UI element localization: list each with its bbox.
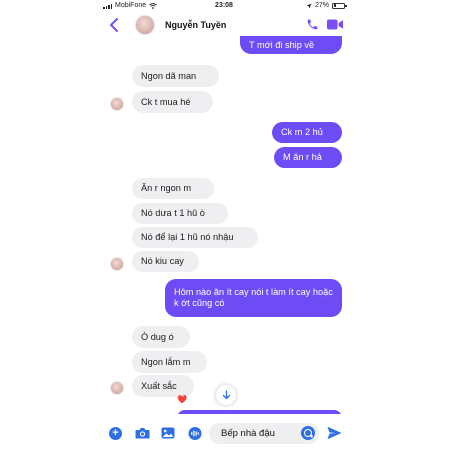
message-bubble-outgoing[interactable]: Ck m 2 hủ xyxy=(272,122,342,143)
call-icon[interactable] xyxy=(306,18,319,31)
message-text: Ngon dã man xyxy=(141,70,197,81)
message-text: Ò dug ó xyxy=(141,331,174,342)
message-text: Nó để lại 1 hũ nó nhậu xyxy=(141,232,234,242)
message-bubble-incoming[interactable]: Ck t mua hé xyxy=(132,91,213,113)
message-text: Xuất sắc xyxy=(141,380,177,391)
contact-name[interactable]: Nguyễn Tuyền xyxy=(165,20,226,30)
message-text: Nó kiu cay xyxy=(141,256,184,266)
plus-icon[interactable]: + xyxy=(109,427,122,440)
battery-percent: 27% xyxy=(314,2,329,9)
mic-icon[interactable] xyxy=(188,427,202,440)
status-right: 27% xyxy=(306,2,347,9)
message-text: Ngon lắm m xyxy=(141,356,191,367)
video-icon[interactable] xyxy=(327,19,343,30)
arrow-down-icon xyxy=(222,390,230,400)
heart-reaction-icon[interactable]: ❤️ xyxy=(177,396,187,404)
camera-icon[interactable] xyxy=(135,427,150,439)
message-input-wrapper xyxy=(209,423,319,444)
message-bubble-incoming[interactable]: Ò dug ó xyxy=(132,326,190,348)
message-text: Ck m 2 hủ xyxy=(281,127,323,137)
gallery-icon[interactable] xyxy=(161,427,175,439)
message-bubble-outgoing[interactable]: Hôm nào ăn ít cay nói t làm ít cay hoặc … xyxy=(165,279,342,317)
message-text: T mới đi ship về xyxy=(249,39,315,50)
message-bubble-incoming[interactable]: Ngon dã man xyxy=(132,65,219,87)
status-bar: MobiFone 23:08 27% xyxy=(95,0,353,12)
composer-bar: + xyxy=(95,414,353,450)
emoji-icon[interactable] xyxy=(301,426,315,440)
back-icon[interactable] xyxy=(107,16,121,34)
message-bubble-incoming[interactable]: Nó dưa t 1 hũ ò xyxy=(132,203,228,224)
message-bubble-incoming[interactable]: Ăn r ngon m xyxy=(132,178,214,199)
message-list[interactable]: T mới đi ship về Ngon dã man Ck t mua hé… xyxy=(95,36,353,418)
message-bubble-outgoing[interactable]: M ăn r hả xyxy=(274,147,342,168)
message-bubble-incoming[interactable]: Nó kiu cay xyxy=(132,251,199,272)
message-bubble-outgoing[interactable]: T mới đi ship về xyxy=(240,36,342,54)
message-text: Hôm nào ăn ít cay nói t làm ít cay hoặc … xyxy=(174,287,333,308)
message-bubble-incoming[interactable]: Ngon lắm m xyxy=(132,351,207,373)
message-bubble-incoming[interactable]: Xuất sắc xyxy=(132,375,194,397)
avatar[interactable] xyxy=(110,381,124,395)
battery-fill xyxy=(333,4,337,7)
message-text: M ăn r hả xyxy=(283,152,322,162)
location-icon xyxy=(306,3,312,8)
battery-icon xyxy=(332,2,347,9)
avatar[interactable] xyxy=(135,15,155,35)
message-bubble-incoming[interactable]: Nó để lại 1 hũ nó nhậu xyxy=(132,227,258,248)
message-text: Ăn r ngon m xyxy=(141,183,192,193)
avatar[interactable] xyxy=(110,257,124,271)
avatar[interactable] xyxy=(110,97,124,111)
send-icon[interactable] xyxy=(327,426,342,440)
message-text: Nó dưa t 1 hũ ò xyxy=(141,208,205,218)
message-text: Ck t mua hé xyxy=(141,96,191,107)
scroll-down-button[interactable] xyxy=(216,385,236,405)
chat-screen: MobiFone 23:08 27% Nguyễn Tuyền T mới đi… xyxy=(95,0,353,450)
